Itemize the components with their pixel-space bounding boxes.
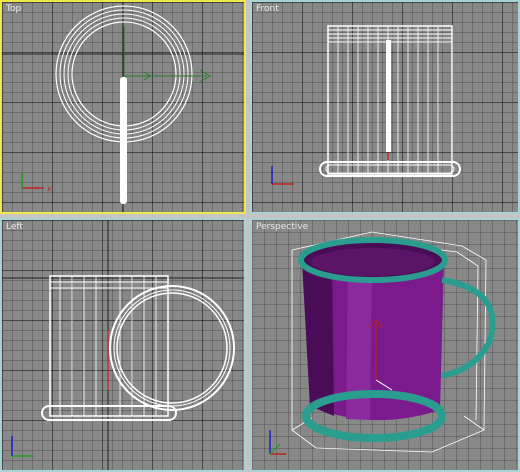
viewport-front[interactable]: Front [250, 0, 520, 214]
svg-text:x: x [47, 185, 51, 193]
mug-handle-wireframe[interactable] [109, 285, 235, 411]
left-view-scene [2, 220, 244, 470]
axis-tripod-icon: x [21, 172, 51, 193]
viewport-label-top[interactable]: Top [6, 4, 21, 14]
viewport-perspective[interactable]: Perspective [250, 218, 520, 472]
axis-tripod-icon [11, 436, 34, 457]
viewport-left[interactable]: Left [0, 218, 246, 472]
viewport-layout: Top x Front Left Perspective [0, 0, 520, 472]
viewport-label-perspective[interactable]: Perspective [256, 222, 308, 232]
perspective-view-scene [269, 231, 496, 455]
mug-handle-wireframe[interactable] [120, 77, 127, 204]
viewport-top[interactable]: Top x [0, 0, 246, 214]
axis-tripod-icon [269, 430, 286, 455]
viewport-label-front[interactable]: Front [256, 4, 279, 14]
axis-tripod-icon [271, 166, 294, 185]
viewport-label-left[interactable]: Left [6, 222, 23, 232]
front-view-scene [271, 25, 461, 185]
